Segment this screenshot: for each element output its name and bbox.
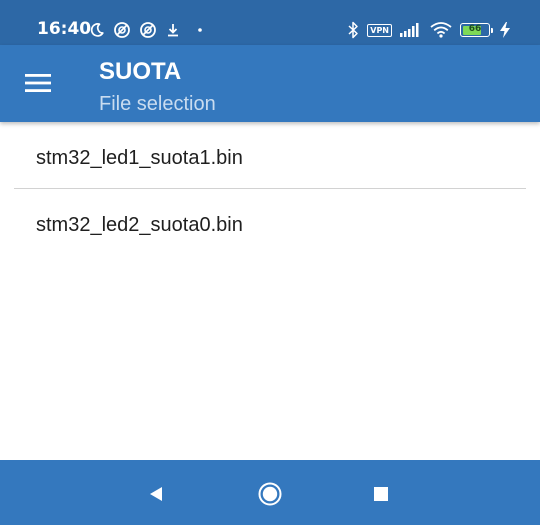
moon-icon <box>90 23 104 37</box>
recents-icon <box>374 487 388 501</box>
status-icons-left <box>89 19 205 41</box>
charging-bolt-icon <box>500 22 510 38</box>
app-bar: SUOTA File selection <box>0 45 540 122</box>
recents-button[interactable] <box>363 476 399 512</box>
list-item[interactable]: stm32_led1_suota1.bin <box>14 122 526 188</box>
status-icons-right: VPN 66 <box>347 19 510 41</box>
screen: 16:40 VPN 66 SUOTA File selection stm32_… <box>0 0 540 525</box>
menu-button[interactable] <box>16 63 60 103</box>
status-bar: 16:40 VPN 66 <box>0 0 540 45</box>
back-button[interactable] <box>138 476 174 512</box>
hamburger-menu-icon <box>25 74 51 92</box>
status-time: 16:40 <box>37 19 92 39</box>
list-item[interactable]: stm32_led2_suota0.bin <box>14 189 526 255</box>
nav-bar <box>0 460 540 525</box>
bluetooth-icon <box>348 21 358 39</box>
home-icon <box>258 482 282 506</box>
back-icon <box>150 487 162 501</box>
vpn-icon: VPN <box>367 23 392 37</box>
wifi-icon <box>430 22 452 38</box>
download-icon <box>168 24 178 37</box>
data-saver-icon <box>114 22 130 38</box>
battery-icon: 66 <box>460 23 493 37</box>
home-button[interactable] <box>252 476 288 512</box>
dot-icon <box>198 28 202 32</box>
file-name: stm32_led1_suota1.bin <box>36 147 243 169</box>
data-saver-icon <box>140 22 156 38</box>
app-title: SUOTA <box>99 58 182 85</box>
battery-level: 66 <box>468 24 482 34</box>
app-subtitle: File selection <box>99 93 216 115</box>
file-name: stm32_led2_suota0.bin <box>36 214 243 236</box>
file-list: stm32_led1_suota1.bin stm32_led2_suota0.… <box>0 122 540 255</box>
signal-icon <box>400 23 419 37</box>
